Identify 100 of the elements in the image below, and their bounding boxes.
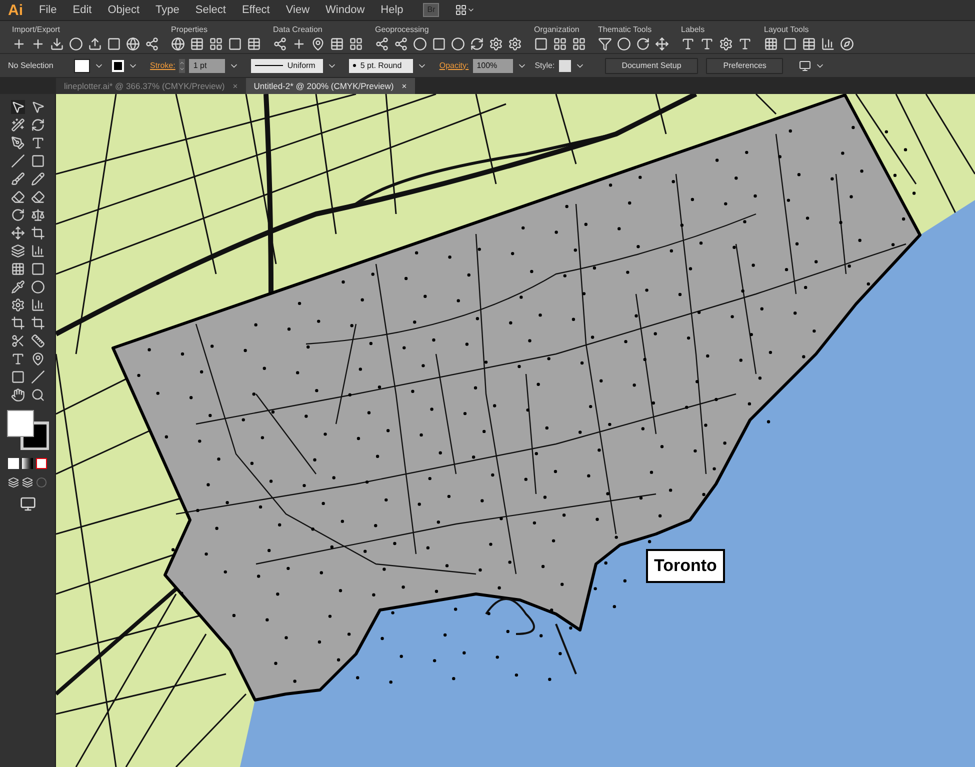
plus-icon[interactable]: [31, 37, 45, 51]
square-icon[interactable]: [783, 37, 797, 51]
settings-icon[interactable]: [719, 37, 733, 51]
table-icon[interactable]: [802, 37, 816, 51]
rotate-icon[interactable]: [636, 37, 650, 51]
menu-item[interactable]: File: [31, 2, 65, 18]
circle-icon[interactable]: [413, 37, 427, 51]
selection-status: No Selection: [8, 60, 54, 72]
circle-icon[interactable]: [617, 37, 631, 51]
column-graph-icon[interactable]: [30, 298, 44, 312]
magic-wand-icon[interactable]: [10, 118, 24, 132]
menu-item[interactable]: Help: [372, 2, 412, 18]
settings-icon[interactable]: [508, 37, 522, 51]
gradient-mode-swatch[interactable]: [22, 458, 33, 469]
brush-icon[interactable]: [10, 172, 24, 186]
nodes-icon[interactable]: [375, 37, 389, 51]
download-icon[interactable]: [50, 37, 64, 51]
document-tab[interactable]: lineplotter.ai* @ 366.37% (CMYK/Preview) ×: [56, 78, 246, 94]
pen-icon[interactable]: [10, 136, 24, 150]
globe-icon[interactable]: [126, 37, 140, 51]
label-tool-icon[interactable]: [10, 352, 24, 366]
document-tab[interactable]: Untitled-2* @ 200% (CMYK/Preview) ×: [246, 78, 415, 94]
text-icon[interactable]: [681, 37, 695, 51]
eyedropper-icon[interactable]: [10, 280, 24, 294]
upload-icon[interactable]: [88, 37, 102, 51]
opacity-link[interactable]: Opacity:: [439, 60, 469, 72]
toolbar-button[interactable]: Document Setup: [604, 58, 698, 74]
fill-swatch[interactable]: [74, 58, 90, 72]
refresh-icon[interactable]: [470, 37, 484, 51]
move-icon[interactable]: [655, 37, 669, 51]
pin-icon[interactable]: [30, 352, 44, 366]
menu-item[interactable]: Effect: [234, 2, 278, 18]
toolbar-group-label: Properties: [171, 24, 208, 35]
graph-icon[interactable]: [30, 244, 44, 258]
rectangle-icon[interactable]: [30, 154, 44, 168]
table-icon[interactable]: [190, 37, 204, 51]
line-icon[interactable]: [10, 154, 24, 168]
menu-item[interactable]: View: [278, 2, 318, 18]
toolbar-group-label: Layout Tools: [764, 24, 810, 35]
compass-icon[interactable]: [840, 37, 854, 51]
fill-stroke-swatch-drawing[interactable]: [6, 410, 48, 450]
type-tool-icon[interactable]: [30, 136, 44, 150]
circle-icon[interactable]: [451, 37, 465, 51]
mesh-icon[interactable]: [10, 262, 24, 276]
screen-mode-icon[interactable]: [20, 496, 36, 512]
menu-item[interactable]: Window: [318, 2, 373, 18]
rotate-icon[interactable]: [10, 208, 24, 222]
tab-close[interactable]: ×: [402, 80, 407, 92]
color-mode-swatch[interactable]: [8, 458, 19, 469]
text-icon[interactable]: [700, 37, 714, 51]
workspace-switcher-icon[interactable]: [455, 4, 476, 16]
grid-icon[interactable]: [349, 37, 363, 51]
circle-icon[interactable]: [69, 37, 83, 51]
square-icon[interactable]: [107, 37, 121, 51]
tab-close[interactable]: ×: [232, 80, 238, 92]
grid-icon[interactable]: [572, 37, 586, 51]
eraser-icon[interactable]: [30, 190, 44, 204]
toolbar-button[interactable]: Preferences: [706, 58, 784, 74]
none-mode-swatch[interactable]: [36, 458, 47, 469]
stroke-link[interactable]: Stroke:: [150, 60, 176, 72]
square-icon[interactable]: [432, 37, 446, 51]
globe-icon[interactable]: [171, 37, 185, 51]
selection-tool-icon[interactable]: [10, 100, 24, 114]
grid-icon[interactable]: [209, 37, 223, 51]
stepper-icon[interactable]: [179, 58, 186, 72]
nodes-icon[interactable]: [273, 37, 287, 51]
table-icon[interactable]: [247, 37, 261, 51]
toolbar-group-label: Labels: [681, 24, 706, 35]
menu-item[interactable]: Object: [100, 2, 148, 18]
toolbar-group-label: Data Creation: [273, 24, 324, 35]
stroke-swatch[interactable]: [112, 60, 124, 72]
filter-icon[interactable]: [598, 37, 612, 51]
plus-icon[interactable]: [12, 37, 26, 51]
menu-item[interactable]: Edit: [64, 2, 100, 18]
pencil-icon[interactable]: [30, 172, 44, 186]
nodes-icon[interactable]: [394, 37, 408, 51]
stroke-weight-field[interactable]: 1 pt: [189, 58, 226, 72]
brush-dropdown[interactable]: 5 pt. Round: [349, 58, 414, 72]
grid-icon[interactable]: [764, 37, 778, 51]
share-icon[interactable]: [145, 37, 159, 51]
profile-dropdown[interactable]: Uniform: [251, 58, 324, 72]
menu-item[interactable]: Select: [187, 2, 234, 18]
square-icon[interactable]: [534, 37, 548, 51]
settings-icon[interactable]: [489, 37, 503, 51]
table-icon[interactable]: [330, 37, 344, 51]
opacity-field[interactable]: 100%: [472, 58, 513, 72]
menu-item[interactable]: Type: [148, 2, 188, 18]
ruler-icon[interactable]: [30, 334, 44, 348]
square-icon[interactable]: [228, 37, 242, 51]
text-icon[interactable]: [738, 37, 752, 51]
scissors-icon[interactable]: [10, 334, 24, 348]
chart-icon[interactable]: [821, 37, 835, 51]
hand-icon[interactable]: [10, 388, 24, 402]
plus-icon[interactable]: [292, 37, 306, 51]
map-pin-icon[interactable]: [311, 37, 325, 51]
style-label: Style:: [534, 60, 555, 72]
grid-icon[interactable]: [553, 37, 567, 51]
style-swatch[interactable]: [558, 60, 571, 72]
direct-selection-icon[interactable]: [30, 100, 44, 114]
zoom-icon[interactable]: [30, 388, 44, 402]
